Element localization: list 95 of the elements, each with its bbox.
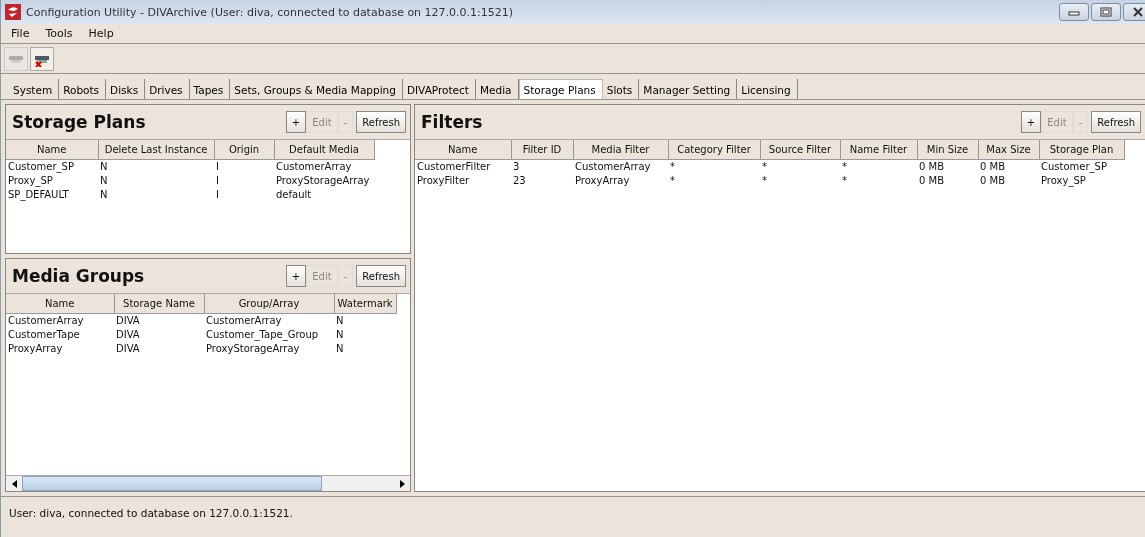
column-header[interactable]: Max Size (978, 140, 1039, 159)
column-header[interactable]: Name Filter (840, 140, 917, 159)
table-cell: 3 (511, 159, 573, 173)
column-header[interactable]: Name (6, 140, 98, 159)
tab[interactable]: Sets, Groups & Media Mapping (230, 79, 403, 99)
column-header[interactable]: Group/Array (204, 294, 334, 313)
toolbar-button[interactable]: Refresh (356, 265, 406, 287)
column-header[interactable]: Name (6, 294, 114, 313)
table-cell: * (760, 159, 840, 173)
tab[interactable]: System (9, 79, 60, 99)
tab[interactable]: Robots (59, 79, 107, 99)
table-cell: CustomerArray (573, 159, 668, 173)
column-header[interactable]: Source Filter (760, 140, 840, 159)
table-cell-text: * (841, 173, 848, 187)
table-cell-text: CustomerTape (7, 327, 81, 341)
table-cell: Proxy_SP (1039, 173, 1124, 187)
table-cell: * (840, 159, 917, 173)
tab[interactable]: Drives (145, 79, 190, 99)
column-header[interactable]: Filter ID (511, 140, 573, 159)
app-logo-icon (5, 4, 21, 20)
menu-item[interactable]: File (5, 25, 36, 42)
maximize-icon (1100, 7, 1112, 17)
table-cell: DIVA (114, 313, 204, 327)
table-cell-text: N (335, 327, 345, 341)
table-cell-text: I (215, 173, 220, 187)
table-cell: Customer_SP (6, 159, 98, 173)
table-cell-text: DIVA (115, 341, 141, 355)
close-icon (1132, 7, 1144, 17)
column-header[interactable]: Origin (214, 140, 274, 159)
column-header[interactable]: Delete Last Instance (98, 140, 214, 159)
tab[interactable]: Storage Plans (518, 79, 603, 99)
table-cell: 0 MB (917, 159, 978, 173)
tab[interactable]: Manager Setting (639, 79, 738, 99)
table-cell: * (668, 159, 760, 173)
column-header[interactable]: Default Media (274, 140, 374, 159)
close-button[interactable] (1123, 3, 1145, 21)
tab[interactable]: Slots (602, 79, 640, 99)
toolbar-button[interactable]: + (285, 111, 307, 133)
minimize-button[interactable] (1059, 3, 1089, 21)
table-cell: CustomerArray (6, 313, 114, 327)
window-title: Configuration Utility - DIVArchive (User: diva, connected to database on 127.0.0.1:1521) (26, 5, 515, 19)
status-text: User: diva, connected to database on 127.0.0.1:1521. (1, 496, 1145, 529)
table-cell-text: I (215, 187, 220, 201)
table-cell: 0 MB (978, 159, 1039, 173)
table-cell-text: ProxyStorageArray (205, 341, 301, 355)
column-header[interactable]: Name (415, 140, 511, 159)
tab[interactable]: DIVAProtect (402, 79, 476, 99)
toolbar-button[interactable]: + (1020, 111, 1042, 133)
table-cell: I (214, 159, 274, 173)
table-cell: CustomerArray (204, 313, 334, 327)
column-header[interactable]: Storage Name (114, 294, 204, 313)
table-cell: Customer_SP (1039, 159, 1124, 173)
toolbar-button[interactable]: + (285, 265, 307, 287)
toolbar-button[interactable]: Refresh (356, 111, 406, 133)
table-cell-text: Customer_Tape_Group (205, 327, 320, 341)
column-header[interactable]: Category Filter (668, 140, 760, 159)
column-header[interactable]: Storage Plan (1039, 140, 1124, 159)
table-cell: Proxy_SP (6, 173, 98, 187)
tab[interactable]: Disks (106, 79, 146, 99)
panel-title: Media Groups (12, 266, 146, 286)
table-cell-text: N (99, 173, 109, 187)
panel-title: Filters (421, 112, 484, 132)
horizontal-scrollbar[interactable] (6, 475, 410, 491)
table-cell: CustomerArray (274, 159, 374, 173)
column-header[interactable]: Media Filter (573, 140, 668, 159)
table-cell-text: * (761, 173, 768, 187)
table-cell-text: ProxyStorageArray (275, 173, 371, 187)
table-cell: N (334, 313, 397, 327)
scroll-left-icon[interactable] (11, 479, 17, 488)
tab[interactable]: Licensing (737, 79, 798, 99)
table-cell-text: ProxyFilter (416, 173, 471, 187)
table-cell-text: ProxyArray (7, 341, 64, 355)
toolbar-button[interactable]: Refresh (1091, 111, 1141, 133)
table-cell-text: 0 MB (918, 173, 946, 187)
tab[interactable]: Media (475, 79, 519, 99)
disconnect-button[interactable] (30, 46, 54, 71)
table-cell-text: 23 (512, 173, 527, 187)
minimize-icon (1068, 8, 1080, 16)
menu-item[interactable]: Help (82, 25, 120, 42)
column-header[interactable]: Min Size (917, 140, 978, 159)
scroll-right-icon[interactable] (399, 479, 405, 488)
column-header[interactable]: Watermark (334, 294, 397, 313)
table-cell-text: default (275, 187, 313, 201)
table-cell: CustomerFilter (415, 159, 511, 173)
table-cell-text: 0 MB (979, 173, 1007, 187)
tab[interactable]: Tapes (189, 79, 231, 99)
panel-title: Storage Plans (12, 112, 147, 132)
table-cell-text: DIVA (115, 327, 141, 341)
table-cell-text: ProxyArray (574, 173, 631, 187)
table-cell: N (98, 159, 214, 173)
menu-item[interactable]: Tools (39, 25, 79, 42)
table-cell-text: SP_DEFAULT (7, 187, 70, 201)
table-cell-text: N (335, 341, 345, 355)
table-cell-text: * (669, 173, 676, 187)
table-cell-text: N (99, 187, 109, 201)
